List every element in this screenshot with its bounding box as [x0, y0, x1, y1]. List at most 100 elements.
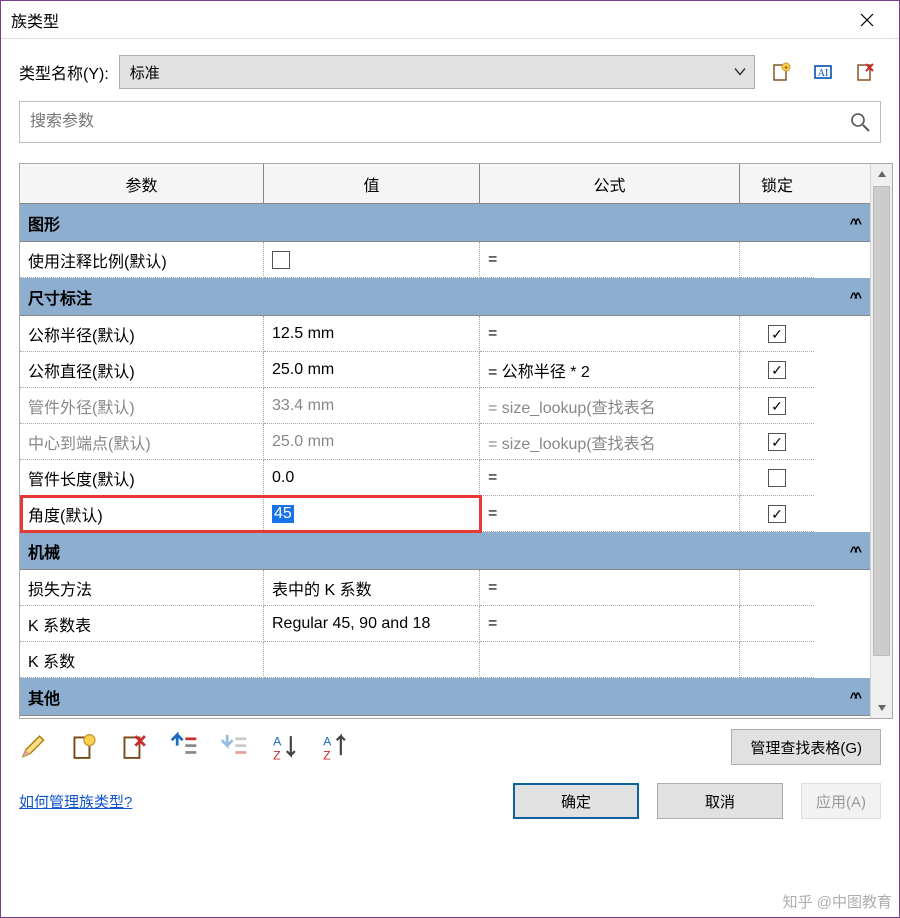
pencil-icon — [19, 732, 49, 762]
search-input[interactable] — [28, 112, 844, 132]
checkbox-icon[interactable]: ✓ — [768, 361, 786, 379]
param-cell[interactable]: 公称直径(默认) — [20, 352, 264, 388]
move-up-button[interactable] — [169, 734, 199, 760]
formula-cell[interactable]: = — [480, 460, 740, 496]
rename-type-button[interactable]: AI — [807, 56, 839, 88]
search-icon — [849, 111, 871, 133]
param-cell[interactable]: K 系数 — [20, 642, 264, 678]
value-cell[interactable] — [264, 242, 480, 278]
delete-type-button[interactable] — [849, 56, 881, 88]
value-cell[interactable]: 25.0 mm — [264, 424, 480, 460]
apply-button[interactable]: 应用(A) — [801, 783, 881, 819]
formula-cell[interactable]: = — [480, 570, 740, 606]
checkbox-icon[interactable] — [768, 469, 786, 487]
table-row: 角度(默认)45= ✓ — [20, 496, 870, 532]
lock-cell[interactable]: ✓ — [740, 316, 814, 352]
table-row: K 系数 — [20, 642, 870, 678]
group-label: 机械 — [28, 539, 60, 563]
group-label: 图形 — [28, 211, 60, 235]
ok-button[interactable]: 确定 — [513, 783, 639, 819]
formula-cell[interactable]: = size_lookup(查找表名 — [480, 424, 740, 460]
group-header[interactable]: 其他^^ — [20, 678, 870, 716]
edit-button[interactable] — [19, 734, 49, 760]
group-label: 其他 — [28, 685, 60, 709]
delete-file-icon — [854, 61, 876, 83]
formula-cell[interactable]: = — [480, 316, 740, 352]
checkbox-icon[interactable]: ✓ — [768, 505, 786, 523]
value-cell[interactable]: 12.5 mm — [264, 316, 480, 352]
lock-cell[interactable] — [740, 606, 814, 642]
window-title: 族类型 — [11, 8, 59, 32]
param-cell[interactable]: 管件长度(默认) — [20, 460, 264, 496]
scroll-down-icon[interactable] — [871, 698, 892, 718]
collapse-icon: ^^ — [850, 289, 858, 305]
param-cell[interactable]: 角度(默认) — [20, 496, 264, 532]
value-cell[interactable]: 表中的 K 系数 — [264, 570, 480, 606]
formula-cell[interactable] — [480, 642, 740, 678]
delete-file-icon — [119, 732, 149, 762]
col-formula[interactable]: 公式 — [480, 164, 740, 203]
formula-cell[interactable]: = 公称半径 * 2 — [480, 352, 740, 388]
col-lock[interactable]: 锁定 — [740, 164, 814, 203]
scroll-up-icon[interactable] — [871, 164, 892, 184]
value-cell[interactable]: 25.0 mm — [264, 352, 480, 388]
type-name-select[interactable]: 标准 — [119, 55, 755, 89]
checkbox-icon[interactable]: ✓ — [768, 325, 786, 343]
close-icon — [860, 13, 874, 27]
parameter-grid: 参数值公式锁定图形^^使用注释比例(默认)=尺寸标注^^公称半径(默认)12.5… — [19, 163, 893, 719]
param-cell[interactable]: 中心到端点(默认) — [20, 424, 264, 460]
new-file-icon: ✦ — [770, 61, 792, 83]
svg-text:A: A — [323, 735, 332, 749]
param-cell[interactable]: K 系数表 — [20, 606, 264, 642]
lock-cell[interactable] — [740, 242, 814, 278]
value-cell[interactable]: 45 — [264, 496, 480, 532]
move-down-button[interactable] — [219, 734, 249, 760]
search-wrap — [19, 101, 881, 143]
group-header[interactable]: 尺寸标注^^ — [20, 278, 870, 316]
group-header[interactable]: 图形^^ — [20, 204, 870, 242]
bottom-toolbar: AZ AZ 管理查找表格(G) — [19, 729, 881, 765]
lock-cell[interactable]: ✓ — [740, 424, 814, 460]
vertical-scrollbar[interactable] — [870, 164, 892, 718]
formula-cell[interactable]: = — [480, 496, 740, 532]
delete-param-button[interactable] — [119, 734, 149, 760]
cancel-button[interactable]: 取消 — [657, 783, 783, 819]
table-row: K 系数表Regular 45, 90 and 18= — [20, 606, 870, 642]
group-header[interactable]: 机械^^ — [20, 532, 870, 570]
param-cell[interactable]: 损失方法 — [20, 570, 264, 606]
sort-desc-button[interactable]: AZ — [319, 734, 349, 760]
lock-cell[interactable]: ✓ — [740, 352, 814, 388]
close-button[interactable] — [845, 6, 889, 34]
formula-cell[interactable]: = — [480, 242, 740, 278]
lock-cell[interactable] — [740, 570, 814, 606]
help-link[interactable]: 如何管理族类型? — [19, 791, 132, 812]
param-cell[interactable]: 公称半径(默认) — [20, 316, 264, 352]
value-cell[interactable]: 0.0 — [264, 460, 480, 496]
param-cell[interactable]: 管件外径(默认) — [20, 388, 264, 424]
rename-icon: AI — [812, 61, 834, 83]
value-cell[interactable] — [264, 642, 480, 678]
sort-asc-button[interactable]: AZ — [269, 734, 299, 760]
new-param-button[interactable] — [69, 734, 99, 760]
lock-cell[interactable] — [740, 460, 814, 496]
col-param[interactable]: 参数 — [20, 164, 264, 203]
manage-lookup-button[interactable]: 管理查找表格(G) — [731, 729, 881, 765]
formula-cell[interactable]: = — [480, 606, 740, 642]
checkbox-icon[interactable]: ✓ — [768, 433, 786, 451]
param-cell[interactable]: 使用注释比例(默认) — [20, 242, 264, 278]
lock-cell[interactable] — [740, 642, 814, 678]
new-type-button[interactable]: ✦ — [765, 56, 797, 88]
checkbox-icon[interactable]: ✓ — [768, 397, 786, 415]
svg-text:✦: ✦ — [783, 64, 789, 72]
value-cell[interactable]: Regular 45, 90 and 18 — [264, 606, 480, 642]
value-cell[interactable]: 33.4 mm — [264, 388, 480, 424]
formula-cell[interactable]: = size_lookup(查找表名 — [480, 388, 740, 424]
search-button[interactable] — [844, 106, 876, 138]
lock-cell[interactable]: ✓ — [740, 496, 814, 532]
scroll-thumb[interactable] — [873, 186, 890, 656]
checkbox-icon[interactable] — [272, 251, 290, 269]
col-value[interactable]: 值 — [264, 164, 480, 203]
chevron-down-icon — [734, 64, 746, 81]
lock-cell[interactable]: ✓ — [740, 388, 814, 424]
svg-text:Z: Z — [323, 748, 331, 762]
